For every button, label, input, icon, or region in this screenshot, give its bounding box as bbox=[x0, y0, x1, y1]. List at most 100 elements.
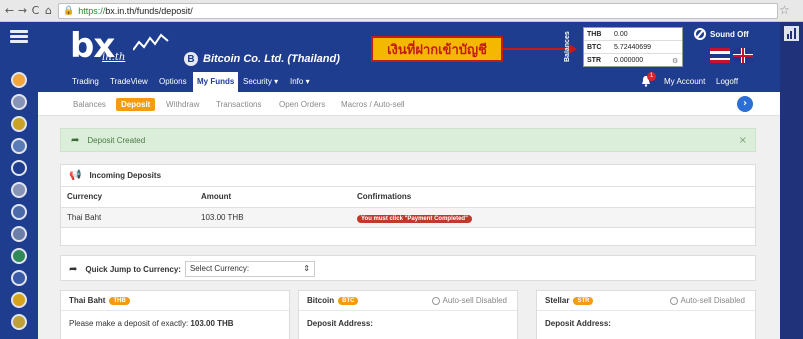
tab-macros[interactable]: Macros / Auto-sell bbox=[336, 98, 410, 111]
nav-logoff[interactable]: Logoff bbox=[712, 72, 742, 92]
bookmark-star-icon[interactable]: ☆ bbox=[779, 3, 790, 17]
sidebar-coin-icon[interactable] bbox=[11, 72, 27, 88]
settings-icon[interactable]: ⚙ bbox=[672, 57, 682, 65]
tab-deposit[interactable]: Deposit bbox=[116, 98, 156, 111]
sidebar-coin-icon[interactable] bbox=[11, 314, 27, 330]
nav-tradeview[interactable]: TradeView bbox=[106, 72, 152, 92]
currency-select[interactable]: Select Currency: bbox=[184, 261, 315, 277]
quick-jump: ➦ Quick Jump to Currency: Select Currenc… bbox=[61, 256, 755, 282]
thai-flag-icon[interactable] bbox=[710, 48, 730, 63]
company-name: B Bitcoin Co. Ltd. (Thailand) bbox=[184, 52, 340, 66]
sidebar-coin-icon[interactable] bbox=[11, 292, 27, 308]
url-scheme: https:// bbox=[78, 6, 106, 16]
column-header: Amount bbox=[195, 187, 351, 208]
share-arrow-icon: ➦ bbox=[71, 134, 80, 146]
quick-jump-label: Quick Jump to Currency: bbox=[85, 264, 181, 274]
back-icon[interactable]: ← bbox=[3, 4, 16, 17]
success-alert: ➦ Deposit Created × bbox=[60, 128, 756, 152]
browser-toolbar: ← → C ⌂ 🔒 https://bx.in.th/funds/deposit… bbox=[0, 0, 803, 22]
home-icon[interactable]: ⌂ bbox=[42, 4, 55, 17]
autosell-toggle[interactable]: Auto-sell Disabled bbox=[431, 296, 507, 305]
nav-options[interactable]: Options bbox=[155, 72, 191, 92]
autosell-label: Auto-sell Disabled bbox=[442, 296, 507, 305]
sidebar-coin-icon[interactable] bbox=[11, 94, 27, 110]
notification-badge: 1 bbox=[647, 72, 656, 81]
sidebar-coin-icon[interactable] bbox=[11, 204, 27, 220]
url-text: bx.in.th/funds/deposit/ bbox=[105, 6, 193, 16]
tab-withdraw[interactable]: Withdraw bbox=[161, 98, 204, 111]
autosell-toggle[interactable]: Auto-sell Disabled bbox=[669, 296, 745, 305]
autosell-icon bbox=[431, 296, 440, 305]
right-strip bbox=[780, 22, 803, 339]
uk-flag-icon[interactable] bbox=[733, 48, 753, 63]
column-header: Currency bbox=[61, 187, 195, 208]
panel-title: Incoming Deposits bbox=[89, 171, 162, 180]
cell-currency: Thai Baht bbox=[61, 207, 195, 228]
nav-my-account[interactable]: My Account bbox=[660, 72, 709, 92]
sidebar-coin-icon[interactable] bbox=[11, 248, 27, 264]
sidebar-coin-icon[interactable] bbox=[11, 182, 27, 198]
column-header: Confirmations bbox=[351, 187, 755, 208]
sidebar-coin-icon[interactable] bbox=[11, 138, 27, 154]
next-arrow-icon[interactable]: › bbox=[737, 96, 753, 112]
deposit-address-label: Deposit Address: bbox=[307, 319, 373, 328]
cell-confirmations: You must click "Payment Completed" bbox=[351, 207, 755, 228]
forward-icon[interactable]: → bbox=[16, 4, 29, 17]
share-arrow-icon: ➦ bbox=[69, 263, 78, 275]
sound-toggle[interactable]: Sound Off bbox=[694, 28, 749, 40]
autosell-icon bbox=[669, 296, 678, 305]
nav-trading[interactable]: Trading bbox=[68, 72, 103, 92]
coin-tag: STR bbox=[573, 296, 594, 305]
balance-value: 5.72440699 bbox=[614, 43, 651, 51]
lock-icon: 🔒 bbox=[63, 6, 75, 16]
sidebar-coin-icon[interactable] bbox=[11, 160, 27, 176]
tab-open-orders[interactable]: Open Orders bbox=[274, 98, 330, 111]
coin-header: Bitcoin BTC Auto-sell Disabled bbox=[299, 291, 517, 311]
autosell-label: Auto-sell Disabled bbox=[680, 296, 745, 305]
balance-currency: STR bbox=[587, 57, 601, 64]
coin-name: Thai Baht bbox=[69, 296, 106, 305]
company-name-text: Bitcoin Co. Ltd. (Thailand) bbox=[203, 53, 340, 65]
address-bar[interactable]: 🔒 https://bx.in.th/funds/deposit/ bbox=[58, 3, 778, 19]
deposit-amount: 103.00 THB bbox=[190, 319, 234, 328]
chart-icon[interactable] bbox=[784, 26, 799, 41]
coin-panel-btc: Bitcoin BTC Auto-sell Disabled Deposit A… bbox=[298, 290, 518, 339]
sub-nav: Balances Deposit Withdraw Transactions O… bbox=[38, 92, 780, 116]
deposits-table: Currency Amount Confirmations Thai Baht … bbox=[61, 187, 755, 228]
sound-label: Sound Off bbox=[710, 29, 749, 39]
close-icon[interactable]: × bbox=[739, 135, 747, 146]
megaphone-icon: 📢 bbox=[69, 170, 82, 181]
tab-balances[interactable]: Balances bbox=[68, 98, 111, 111]
sidebar-coin-icon[interactable] bbox=[11, 226, 27, 242]
nav-my-funds[interactable]: My Funds bbox=[193, 72, 239, 92]
balances-label: Balances bbox=[564, 31, 571, 63]
confirmation-badge[interactable]: You must click "Payment Completed" bbox=[357, 214, 472, 223]
balance-row: BTC 5.72440699 bbox=[584, 41, 682, 54]
hamburger-menu-icon[interactable] bbox=[10, 30, 28, 44]
sound-off-icon bbox=[694, 28, 706, 40]
coin-header: Stellar STR Auto-sell Disabled bbox=[537, 291, 755, 311]
quick-jump-panel: ➦ Quick Jump to Currency: Select Currenc… bbox=[60, 255, 756, 281]
tab-transactions[interactable]: Transactions bbox=[211, 98, 267, 111]
main-content: ➦ Deposit Created × 📢 Incoming Deposits … bbox=[38, 116, 780, 339]
coin-panel-thb: Thai Baht THB Please make a deposit of e… bbox=[60, 290, 290, 339]
balance-row: THB 0.00 bbox=[584, 28, 682, 41]
incoming-deposits-panel: 📢 Incoming Deposits Currency Amount Conf… bbox=[60, 164, 756, 246]
nav-security[interactable]: Security ▾ bbox=[239, 72, 282, 92]
reload-icon[interactable]: C bbox=[29, 4, 42, 17]
annotation-arrow bbox=[503, 48, 571, 50]
table-header-row: Currency Amount Confirmations bbox=[61, 187, 755, 208]
annotation-callout: เงินที่ฝากเข้าบัญชี bbox=[371, 36, 503, 62]
sidebar-coin-icon[interactable] bbox=[11, 270, 27, 286]
balance-value: 0.000000 bbox=[614, 57, 644, 64]
cell-amount: 103.00 THB bbox=[195, 207, 351, 228]
bitcoin-icon: B bbox=[184, 52, 198, 66]
coin-tag: THB bbox=[109, 296, 130, 305]
coin-name: Bitcoin bbox=[307, 296, 335, 305]
sidebar-coin-icon[interactable] bbox=[11, 116, 27, 132]
nav-info[interactable]: Info ▾ bbox=[286, 72, 314, 92]
balance-value: 0.00 bbox=[614, 30, 628, 38]
coin-body: Please make a deposit of exactly: 103.00… bbox=[61, 311, 289, 336]
balances-box: THB 0.00 BTC 5.72440699 STR 0.000000 ⚙ bbox=[583, 27, 683, 67]
left-sidebar bbox=[0, 22, 38, 339]
